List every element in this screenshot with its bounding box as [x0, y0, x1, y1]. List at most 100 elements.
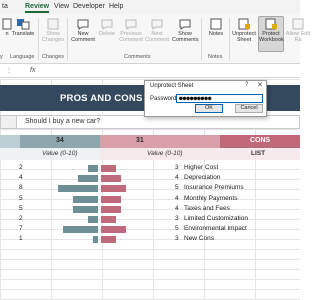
cons-subheader-bg [100, 148, 300, 160]
pros-value: 7 [19, 225, 23, 233]
tab-help[interactable]: Help [109, 3, 123, 10]
group-divider [38, 18, 39, 60]
translate-button[interactable]: Translate [10, 17, 36, 37]
pros-bar [93, 236, 98, 244]
previous-comment-button[interactable]: Previous Comment [118, 17, 144, 43]
pros-bar [88, 165, 98, 172]
cons-total-header: 31 [100, 135, 220, 148]
question-marker [1, 116, 17, 128]
group-label-partial: y [0, 54, 3, 60]
protect-workbook-button[interactable]: Protect Workbook [258, 16, 284, 52]
question-cell[interactable]: Should I buy a new car? [0, 115, 300, 129]
pros-value: 4 [19, 174, 23, 182]
tab-data-partial[interactable]: ta [2, 3, 8, 10]
cancel-button[interactable]: Cancel [235, 104, 263, 113]
group-label-comments: Comments [124, 54, 151, 60]
pros-total-header: 34 [20, 135, 100, 148]
function-icon[interactable]: fx [30, 67, 35, 74]
cons-value: 4 [175, 174, 179, 182]
group-label-notes: Notes [208, 54, 223, 60]
cons-value: 3 [175, 235, 179, 243]
cons-header-label: CONS [250, 137, 271, 144]
cons-bar [101, 205, 121, 213]
group-divider [229, 18, 230, 60]
cons-value: 4 [175, 204, 179, 212]
translate-icon [16, 17, 30, 30]
pros-bar [63, 226, 98, 234]
cons-list-item: Insurance Premiums [184, 184, 244, 192]
group-label-changes: Changes [42, 54, 65, 60]
cons-bar [101, 236, 116, 244]
cons-bar [101, 175, 121, 183]
new-comment-icon [76, 17, 90, 30]
allow-edit-icon [291, 17, 305, 30]
cons-list-item: Environmental Impact [184, 225, 247, 233]
pros-bar [88, 216, 98, 223]
password-label: Password: [150, 96, 179, 102]
cons-value: 4 [175, 194, 179, 202]
show-comments-icon [178, 17, 192, 30]
cons-value-header: Value (0-10) [147, 150, 183, 157]
lock-sheet-icon [237, 17, 251, 30]
allow-edit-ranges-button[interactable]: Allow Edit Ra [285, 17, 311, 43]
cons-bar [101, 226, 126, 234]
ribbon: n Translate Show Changes New Comment Del… [0, 14, 310, 64]
formula-controls-icon: ⋮ [6, 68, 12, 74]
pros-value: 5 [19, 204, 23, 212]
cons-bar [101, 185, 126, 193]
header-left-strip [0, 135, 20, 148]
dialog-title: Unprotect Sheet [150, 83, 194, 89]
pros-total: 34 [56, 137, 64, 144]
cons-total: 31 [136, 137, 144, 144]
pros-bar [58, 185, 98, 193]
show-comments-button[interactable]: Show Comments [172, 17, 199, 43]
unprotect-sheet-button[interactable]: Unprotect Sheet [231, 17, 257, 43]
password-field[interactable]: ●●●●●●●●● [176, 94, 263, 103]
delete-comment-button[interactable]: Delete [94, 17, 120, 37]
tab-view[interactable]: View [54, 3, 69, 10]
tab-developer[interactable]: Developer [73, 3, 105, 10]
group-label-language: Language [10, 54, 35, 60]
cons-list-item: Taxes and Fees [184, 204, 230, 212]
new-comment-button[interactable]: New Comment [70, 17, 96, 43]
notes-icon [209, 17, 223, 30]
question-text: Should I buy a new car? [25, 118, 101, 125]
formula-bar[interactable]: ⋮ fx [0, 64, 300, 78]
ok-button[interactable]: OK [195, 104, 223, 113]
cons-bar [101, 165, 116, 172]
cons-value: 3 [175, 164, 179, 171]
pros-value: 8 [19, 184, 23, 192]
next-comment-button[interactable]: Next Comment [144, 17, 170, 43]
cons-value: 5 [175, 225, 179, 233]
pros-value: 5 [19, 194, 23, 202]
close-icon[interactable]: ✕ [257, 81, 263, 89]
next-comment-icon [150, 17, 164, 30]
group-divider [201, 18, 202, 60]
cons-list-item: Higher Cost [184, 164, 219, 171]
tab-review[interactable]: Review [25, 3, 50, 13]
cons-bar [101, 195, 121, 203]
ribbon-tabs: ta Review View Developer Help [0, 0, 300, 14]
pros-value: 2 [19, 215, 23, 222]
cons-list-item: Monthly Payments [184, 194, 238, 202]
cons-list-item: Limited Customization [184, 215, 248, 222]
delete-comment-icon [100, 17, 114, 30]
cons-list-item: New Cons [184, 235, 214, 243]
show-changes-button[interactable]: Show Changes [40, 17, 66, 43]
cons-bar [101, 216, 116, 223]
cons-value: 3 [175, 215, 179, 222]
protect-workbook-icon [264, 17, 278, 30]
cons-header: CONS [220, 135, 300, 148]
pros-value: 1 [19, 235, 23, 243]
pros-bar [73, 195, 98, 203]
notes-button[interactable]: Notes [203, 17, 229, 37]
pros-bar [73, 205, 98, 213]
cons-value: 5 [175, 184, 179, 192]
cons-list-item: Depreciation [184, 174, 221, 182]
group-divider [67, 18, 68, 60]
pros-value: 2 [19, 164, 23, 171]
pros-bar [78, 175, 98, 183]
help-icon[interactable]: ? [245, 82, 248, 88]
list-header: LIST [251, 150, 266, 157]
previous-comment-icon [124, 17, 138, 30]
